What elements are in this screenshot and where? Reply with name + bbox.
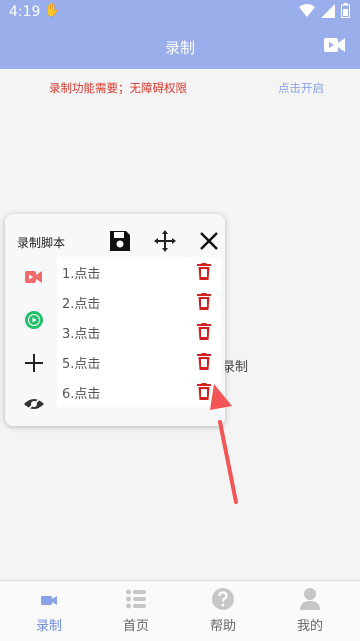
enable-link[interactable]: 点击开启 bbox=[278, 80, 324, 96]
trash-icon[interactable] bbox=[197, 323, 211, 340]
tab-label: 首页 bbox=[122, 619, 149, 634]
list-item[interactable]: 6.点击 bbox=[57, 377, 221, 407]
battery-icon bbox=[341, 3, 350, 18]
trash-icon[interactable] bbox=[197, 293, 211, 310]
tab-mine[interactable]: 我的 bbox=[265, 581, 355, 641]
page-title: 录制 bbox=[164, 39, 195, 57]
list-icon bbox=[126, 589, 146, 609]
video-camera-icon bbox=[41, 596, 57, 605]
close-icon bbox=[200, 232, 218, 250]
step-label: 5.点击 bbox=[62, 357, 101, 372]
app-bar: 录制 bbox=[0, 24, 360, 69]
accessibility-notice: 录制功能需要；无障碍权限 bbox=[49, 81, 187, 95]
eye-off-icon bbox=[24, 397, 44, 411]
save-button[interactable] bbox=[107, 228, 133, 254]
video-record-icon bbox=[25, 271, 42, 283]
status-time: 4:19 bbox=[9, 4, 41, 20]
bottom-tab-bar: 录制 首页 帮助 我的 bbox=[0, 580, 360, 641]
record-script-panel: 录制脚本 1.点击 2.点击 3.点击 5.点击 6.点击 bbox=[5, 214, 225, 426]
list-item[interactable]: 1.点击 bbox=[57, 257, 221, 287]
video-camera-icon[interactable] bbox=[324, 37, 346, 53]
add-step-button[interactable] bbox=[21, 350, 47, 376]
list-item[interactable]: 3.点击 bbox=[57, 317, 221, 347]
tab-label: 帮助 bbox=[209, 619, 236, 634]
help-icon bbox=[212, 588, 234, 610]
move-button[interactable] bbox=[152, 228, 178, 254]
signal-icon bbox=[321, 3, 335, 18]
hide-button[interactable] bbox=[21, 391, 47, 417]
tab-label: 录制 bbox=[35, 619, 62, 634]
play-button[interactable] bbox=[21, 307, 47, 333]
list-item[interactable]: 5.点击 bbox=[57, 347, 221, 377]
step-label: 1.点击 bbox=[62, 267, 101, 282]
record-button[interactable] bbox=[21, 264, 47, 290]
tab-help[interactable]: 帮助 bbox=[178, 581, 268, 641]
start-record-text: 录制 bbox=[222, 360, 249, 375]
user-icon bbox=[300, 588, 320, 610]
list-item[interactable]: 2.点击 bbox=[57, 287, 221, 317]
close-button[interactable] bbox=[196, 228, 222, 254]
trash-icon[interactable] bbox=[197, 353, 211, 370]
step-label: 6.点击 bbox=[62, 387, 101, 402]
wifi-icon bbox=[299, 3, 315, 17]
trash-icon[interactable] bbox=[197, 263, 211, 280]
touch-icon: ✋ bbox=[44, 3, 61, 18]
annotation-arrow bbox=[210, 384, 238, 504]
step-label: 2.点击 bbox=[62, 297, 101, 312]
tab-label: 我的 bbox=[296, 619, 323, 634]
status-bar: 4:19 ✋ bbox=[0, 0, 360, 24]
panel-title: 录制脚本 bbox=[17, 236, 66, 250]
tab-home[interactable]: 首页 bbox=[91, 581, 181, 641]
status-icons bbox=[299, 3, 350, 18]
play-icon bbox=[25, 311, 43, 329]
step-list: 1.点击 2.点击 3.点击 5.点击 6.点击 bbox=[57, 257, 221, 407]
plus-icon bbox=[25, 354, 43, 372]
save-icon bbox=[110, 231, 130, 251]
step-label: 3.点击 bbox=[62, 327, 101, 342]
move-icon bbox=[154, 230, 176, 252]
tab-record[interactable]: 录制 bbox=[4, 581, 94, 641]
